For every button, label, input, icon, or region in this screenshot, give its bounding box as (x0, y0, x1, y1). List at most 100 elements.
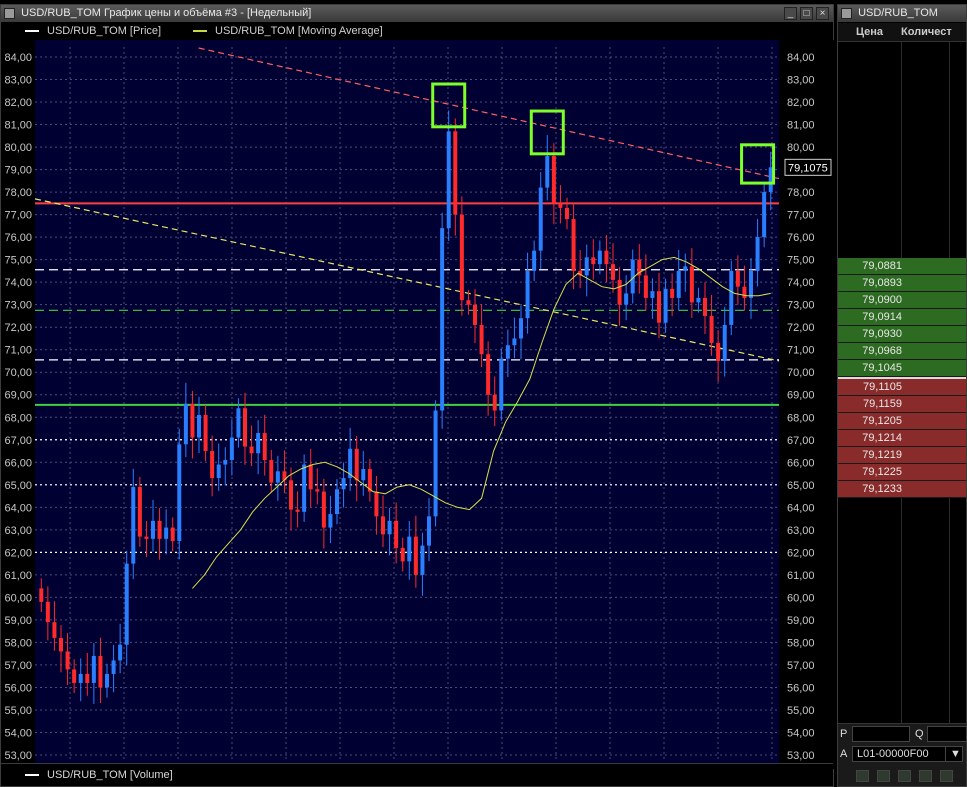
y-tick-label-left: 53,00 (4, 750, 32, 762)
candle-body (190, 403, 195, 438)
y-tick-label-right: 83,00 (787, 75, 815, 87)
maximize-button[interactable]: □ (800, 7, 813, 20)
candle-body (512, 338, 517, 346)
chart-titlebar[interactable]: USD/RUB_TOM График цены и объёма #3 - [Н… (1, 5, 833, 22)
candle-body (676, 270, 681, 298)
ask-row[interactable]: 79,0930 (838, 326, 966, 343)
y-tick-label-right: 75,00 (787, 255, 815, 267)
y-tick-label-left: 79,00 (4, 165, 32, 177)
account-dropdown-button[interactable]: ▼ (945, 746, 963, 762)
candle-body (407, 536, 412, 562)
y-tick-label-right: 82,00 (787, 97, 815, 109)
candle-body (151, 520, 155, 539)
y-tick-label-right: 59,00 (787, 615, 815, 627)
y-tick-label-right: 84,00 (787, 52, 815, 64)
ask-row[interactable]: 79,0968 (838, 343, 966, 360)
bid-row[interactable]: 79,1233 (838, 481, 966, 498)
candle-body (256, 433, 261, 454)
candle-body (118, 644, 123, 661)
legend-moving-average[interactable]: USD/RUB_TOM [Moving Average] (193, 23, 383, 40)
y-tick-label-right: 68,00 (787, 412, 815, 424)
candle-body (611, 264, 615, 280)
candle-body (131, 487, 136, 564)
order-price: 79,1233 (862, 483, 902, 495)
candle-body (289, 480, 293, 510)
cancel-icon[interactable] (919, 770, 932, 782)
order-price: 79,0968 (862, 345, 902, 357)
column-price[interactable]: Цена (856, 26, 883, 38)
order-action-icons (856, 770, 961, 784)
minimize-button[interactable]: _ (784, 7, 797, 20)
price-chart[interactable]: 53,00 53,00 54,00 54,00 55,00 55,00 56,00 56,00… (1, 40, 835, 769)
candle-body (394, 520, 399, 548)
candle-body (689, 266, 694, 303)
order-panel: P Q A L01-00000F00 ▼ (838, 723, 967, 786)
y-tick-label-right: 76,00 (787, 232, 815, 244)
bid-row[interactable]: 79,1225 (838, 464, 966, 481)
y-tick-label-left: 82,00 (4, 97, 32, 109)
candle-body (722, 324, 727, 361)
candle-body (565, 207, 569, 220)
ask-row[interactable]: 79,1045 (838, 360, 966, 377)
y-tick-label-right: 56,00 (787, 682, 815, 694)
stop-icon[interactable] (898, 770, 911, 782)
ask-row[interactable]: 79,0881 (838, 258, 966, 275)
y-tick-label-right: 72,00 (787, 322, 815, 334)
quantity-field[interactable] (927, 726, 967, 742)
order-book-grid[interactable]: 79,0881 79,0893 79,0900 79,0914 79,0930 79,09… (838, 42, 966, 724)
candle-body (742, 286, 747, 298)
candle-body (413, 536, 418, 575)
chart-title: USD/RUB_TOM График цены и объёма #3 - [Н… (21, 7, 312, 19)
order-quantity (902, 379, 966, 395)
candle-body (216, 464, 221, 479)
candle-body (670, 288, 675, 298)
candle-body (749, 270, 753, 298)
y-tick-label-right: 70,00 (787, 367, 815, 379)
candle-body (236, 408, 241, 438)
y-tick-label-right: 61,00 (787, 570, 815, 582)
account-select[interactable]: L01-00000F00 (852, 746, 946, 762)
ask-row[interactable]: 79,0900 (838, 292, 966, 309)
y-tick-label-left: 60,00 (4, 592, 32, 604)
order-quantity (902, 481, 966, 497)
y-tick-label-right: 64,00 (787, 502, 815, 514)
y-tick-label-left: 66,00 (4, 457, 32, 469)
bid-row[interactable]: 79,1105 (838, 379, 966, 396)
candle-body (532, 250, 537, 271)
candle-body (361, 469, 366, 481)
volume-legend[interactable]: USD/RUB_TOM [Volume] (1, 763, 833, 786)
close-button[interactable]: × (816, 7, 829, 20)
y-tick-label-left: 75,00 (4, 255, 32, 267)
y-tick-label-left: 77,00 (4, 210, 32, 222)
ask-row[interactable]: 79,0914 (838, 309, 966, 326)
legend-price[interactable]: USD/RUB_TOM [Price] (25, 23, 161, 40)
buy-icon[interactable] (856, 770, 869, 782)
y-tick-label-left: 67,00 (4, 435, 32, 447)
candle-body (604, 250, 609, 265)
order-book-titlebar[interactable]: USD/RUB_TOM (838, 5, 966, 22)
price-field[interactable] (852, 726, 910, 742)
candle-body (584, 257, 589, 276)
candle-body (453, 131, 458, 215)
options-icon[interactable] (940, 770, 953, 782)
y-tick-label-right: 73,00 (787, 300, 815, 312)
bid-row[interactable]: 79,1219 (838, 447, 966, 464)
ask-row[interactable]: 79,0893 (838, 275, 966, 292)
candle-body (144, 536, 149, 539)
bid-row[interactable]: 79,1214 (838, 430, 966, 447)
order-quantity (902, 413, 966, 429)
candle-body (473, 304, 477, 325)
candle-body (420, 545, 425, 575)
y-tick-label-left: 69,00 (4, 390, 32, 402)
bid-row[interactable]: 79,1159 (838, 396, 966, 413)
candle-body (262, 433, 267, 461)
candle-body (275, 471, 280, 483)
sell-icon[interactable] (877, 770, 890, 782)
column-quantity[interactable]: Количест (901, 26, 952, 38)
candle-body (492, 394, 497, 411)
order-quantity (902, 360, 966, 376)
y-tick-label-left: 64,00 (4, 502, 32, 514)
y-tick-label-right: 66,00 (787, 457, 815, 469)
y-tick-label-left: 55,00 (4, 705, 32, 717)
bid-row[interactable]: 79,1205 (838, 413, 966, 430)
